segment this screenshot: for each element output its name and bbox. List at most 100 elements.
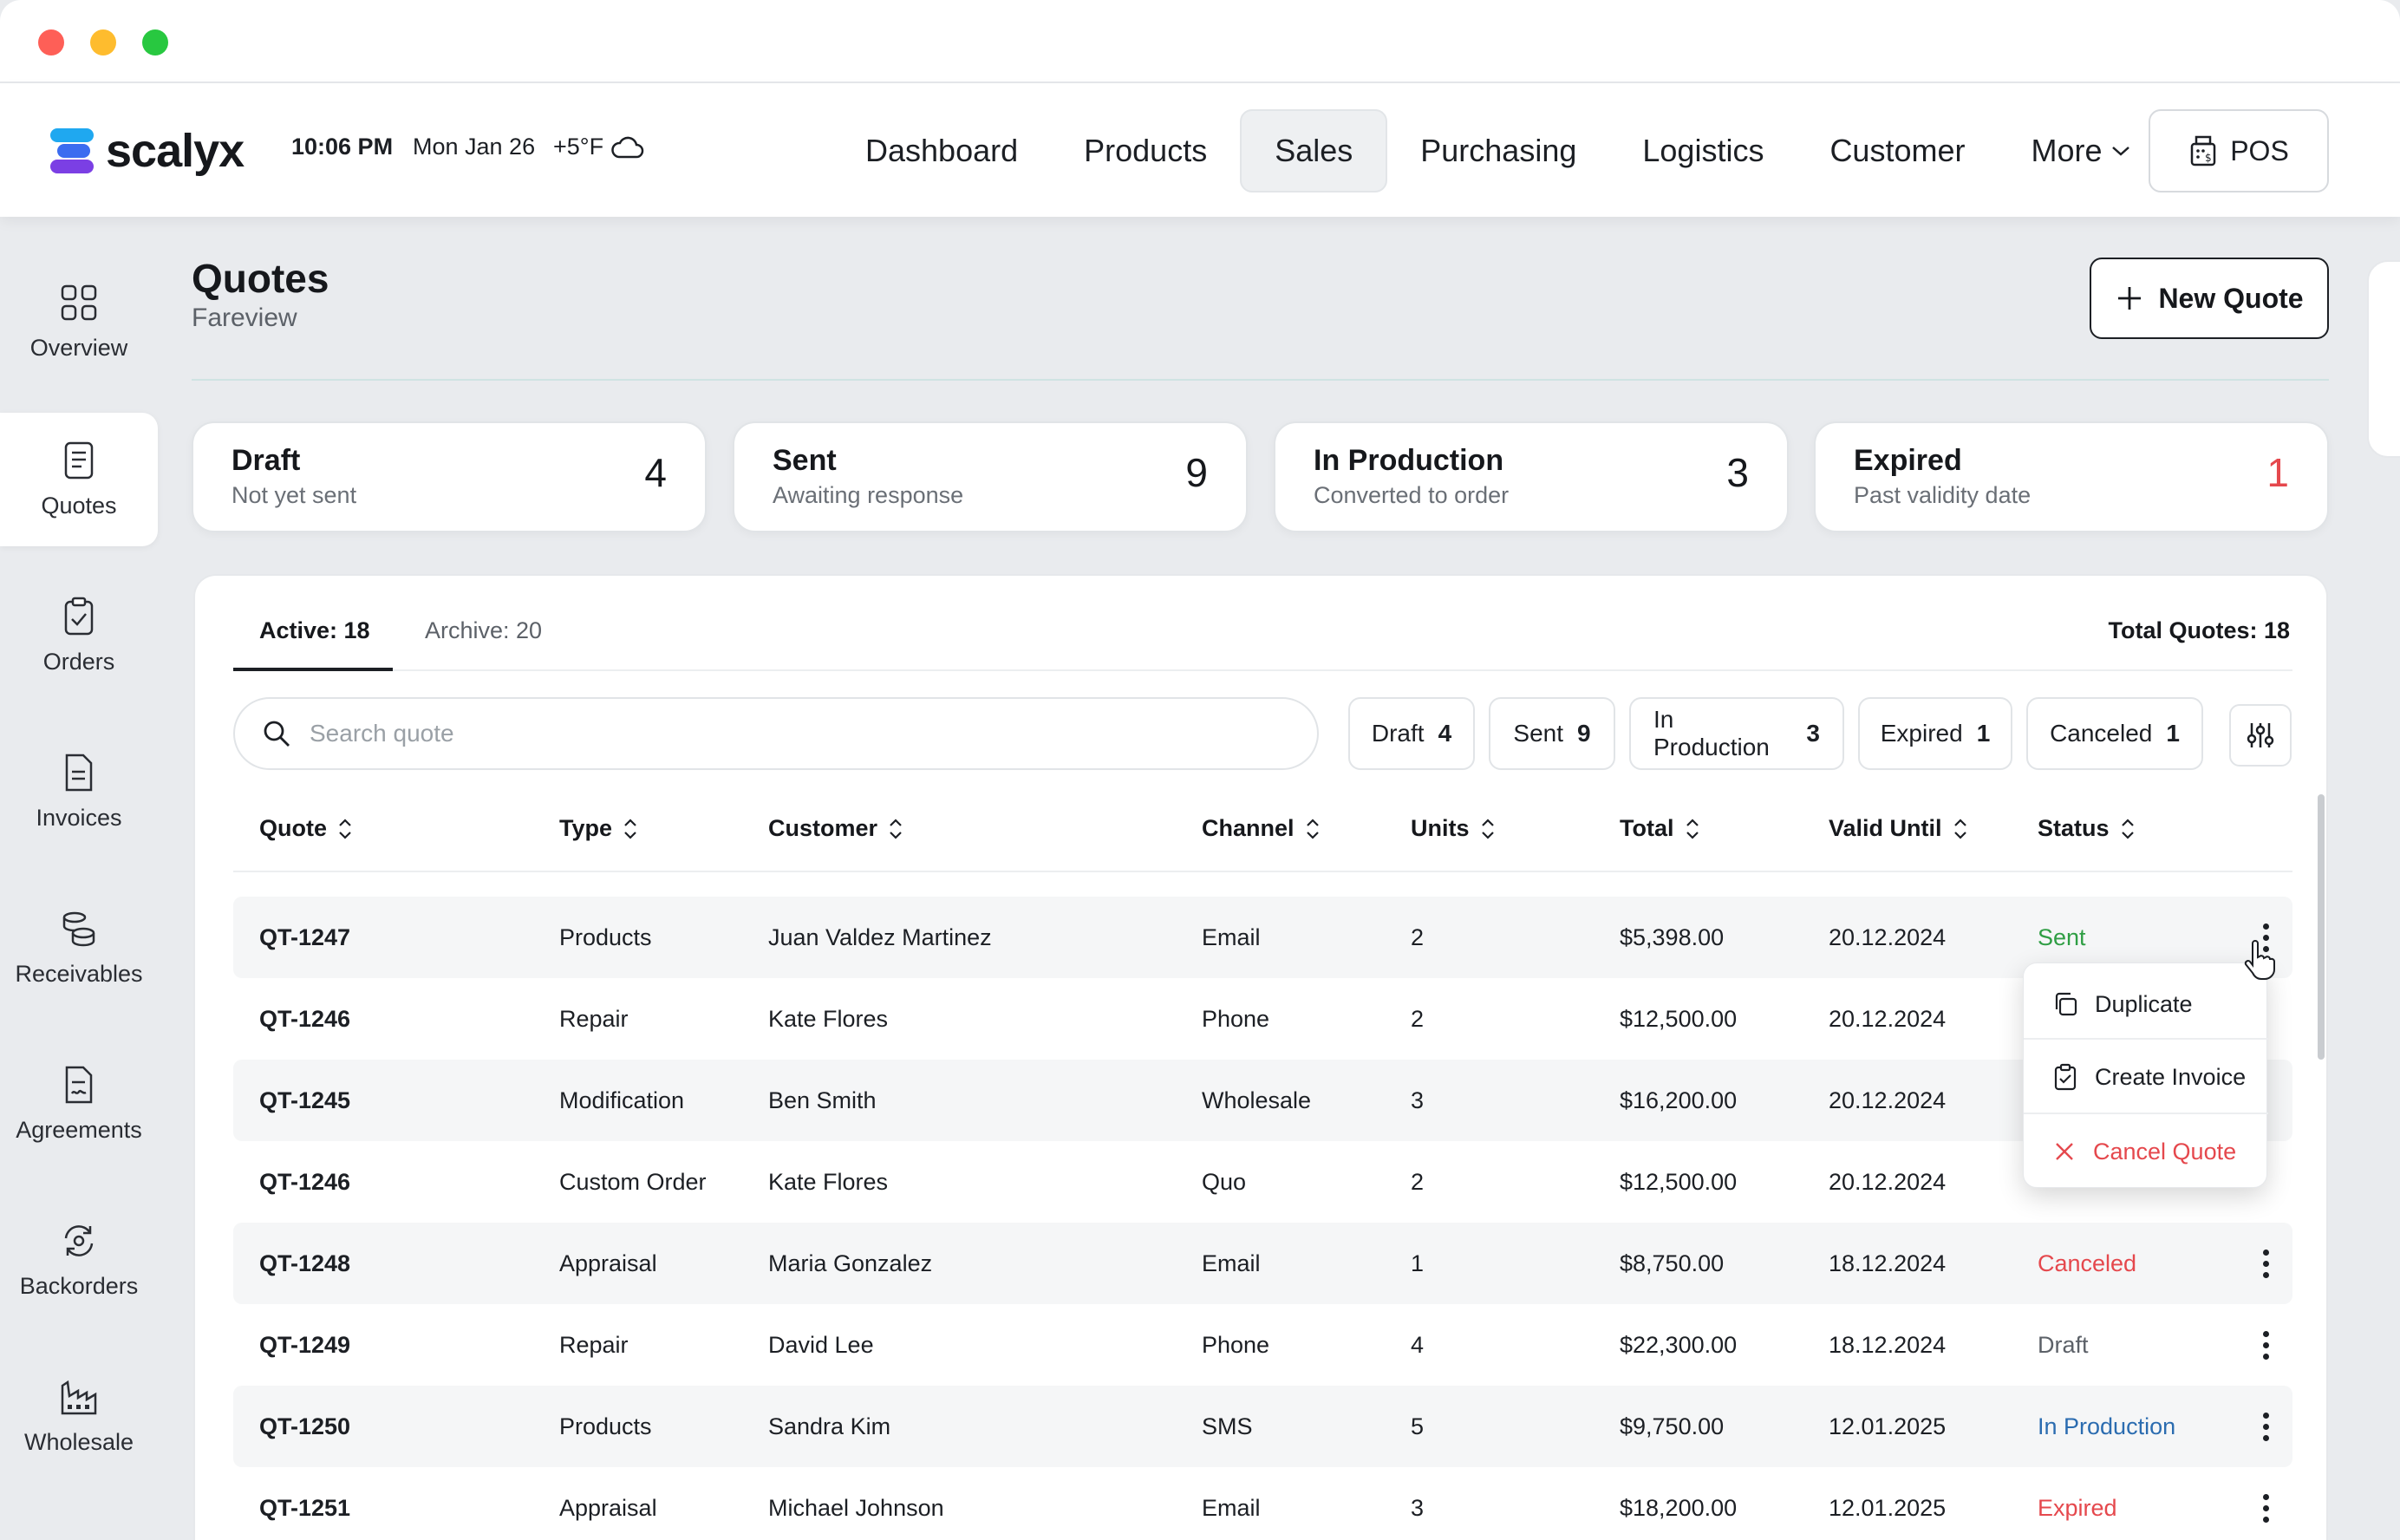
cell-customer: Michael Johnson bbox=[768, 1494, 944, 1521]
cell-quote: QT-1250 bbox=[259, 1413, 351, 1439]
sidebar-item-orders[interactable]: Orders bbox=[0, 569, 158, 702]
column-header-type[interactable]: Type bbox=[559, 815, 638, 842]
sidebar-item-receivables[interactable]: Receivables bbox=[0, 881, 158, 1015]
stat-subtitle: Awaiting response bbox=[773, 482, 964, 508]
stat-card-expired[interactable]: Expired Past validity date 1 bbox=[1814, 421, 2329, 532]
cell-channel: Email bbox=[1202, 1494, 1261, 1521]
cell-units: 4 bbox=[1411, 1331, 1425, 1358]
filter-chip-expired[interactable]: Expired 1 bbox=[1858, 697, 2012, 770]
stat-card-sent[interactable]: Sent Awaiting response 9 bbox=[733, 421, 1248, 532]
cell-valid-until: 20.12.2024 bbox=[1829, 1005, 1947, 1032]
column-header-status[interactable]: Status bbox=[2038, 815, 2136, 842]
stat-card-in-production[interactable]: In Production Converted to order 3 bbox=[1274, 421, 1789, 532]
table-row[interactable]: QT-1246 Custom Order Kate Flores Quo 2 $… bbox=[233, 1141, 2292, 1223]
brand-logo[interactable]: scalyx bbox=[50, 125, 245, 177]
status-badge: Expired bbox=[2038, 1494, 2117, 1521]
side-panel-edge bbox=[2367, 260, 2400, 458]
nav-logistics[interactable]: Logistics bbox=[1609, 109, 1797, 192]
column-header-quote[interactable]: Quote bbox=[259, 815, 353, 842]
filter-chip-sent[interactable]: Sent 9 bbox=[1489, 697, 1615, 770]
sidebar-item-backorders[interactable]: Backorders bbox=[0, 1193, 158, 1327]
filter-chip-count: 3 bbox=[1806, 720, 1820, 747]
stat-title: Draft bbox=[232, 444, 301, 477]
sidebar-item-label: Quotes bbox=[41, 492, 117, 519]
stat-subtitle: Converted to order bbox=[1314, 482, 1510, 508]
table-row[interactable]: QT-1248 Appraisal Maria Gonzalez Email 1… bbox=[233, 1223, 2292, 1304]
window-maximize-button[interactable] bbox=[142, 29, 168, 55]
stat-card-draft[interactable]: Draft Not yet sent 4 bbox=[192, 421, 707, 532]
sort-icon bbox=[1481, 818, 1494, 839]
filter-chip-draft[interactable]: Draft 4 bbox=[1348, 697, 1475, 770]
sidebar-item-invoices[interactable]: Invoices bbox=[0, 725, 158, 858]
filter-chip-canceled[interactable]: Canceled 1 bbox=[2026, 697, 2203, 770]
filter-chip-in-production[interactable]: In Production 3 bbox=[1629, 697, 1844, 770]
nav-more-label: More bbox=[2031, 133, 2103, 168]
nav-purchasing[interactable]: Purchasing bbox=[1387, 109, 1609, 192]
table-row[interactable]: QT-1249 Repair David Lee Phone 4 $22,300… bbox=[233, 1304, 2292, 1386]
table-row[interactable]: QT-1246 Repair Kate Flores Phone 2 $12,5… bbox=[233, 978, 2292, 1060]
table-scrollbar[interactable] bbox=[2318, 794, 2325, 1060]
grid-icon bbox=[61, 284, 97, 320]
nav-more[interactable]: More bbox=[1998, 109, 2162, 192]
page-subtitle: Fareview bbox=[192, 303, 297, 332]
nav-sales[interactable]: Sales bbox=[1240, 109, 1388, 192]
column-header-total[interactable]: Total bbox=[1620, 815, 1700, 842]
cell-customer: Ben Smith bbox=[768, 1086, 877, 1113]
total-quotes: Total Quotes: 18 bbox=[2108, 617, 2290, 643]
window-close-button[interactable] bbox=[38, 29, 64, 55]
window-minimize-button[interactable] bbox=[90, 29, 116, 55]
weather: +5°F bbox=[553, 134, 645, 160]
cell-channel: Email bbox=[1202, 1250, 1261, 1276]
column-header-label: Channel bbox=[1202, 815, 1295, 841]
active-tab-indicator bbox=[233, 668, 393, 671]
nav-dashboard[interactable]: Dashboard bbox=[832, 109, 1051, 192]
sidebar-item-overview[interactable]: Overview bbox=[0, 255, 158, 388]
nav-customer[interactable]: Customer bbox=[1797, 109, 1998, 192]
cell-units: 1 bbox=[1411, 1250, 1425, 1276]
tab-archive[interactable]: Archive: 20 bbox=[425, 617, 542, 644]
pos-button[interactable]: $ POS bbox=[2149, 109, 2329, 192]
menu-item-create-invoice[interactable]: Create Invoice bbox=[2024, 1040, 2268, 1114]
tab-active[interactable]: Active: 18 bbox=[259, 617, 370, 644]
column-header-label: Type bbox=[559, 815, 613, 841]
filter-settings-button[interactable] bbox=[2229, 704, 2292, 767]
cell-type: Repair bbox=[559, 1005, 629, 1032]
cell-valid-until: 18.12.2024 bbox=[1829, 1250, 1947, 1276]
stat-title: Expired bbox=[1854, 444, 1962, 477]
brand-name: scalyx bbox=[106, 125, 245, 177]
row-menu-button[interactable] bbox=[2250, 1242, 2281, 1285]
pos-label: POS bbox=[2230, 134, 2289, 166]
sidebar-item-label: Agreements bbox=[16, 1116, 142, 1143]
column-header-units[interactable]: Units bbox=[1411, 815, 1496, 842]
cell-quote: QT-1245 bbox=[259, 1086, 351, 1113]
sidebar-item-agreements[interactable]: Agreements bbox=[0, 1037, 158, 1171]
hand-cursor-icon bbox=[2244, 940, 2275, 980]
main-nav: Dashboard Products Sales Purchasing Logi… bbox=[832, 109, 2163, 192]
sidebar-item-wholesale[interactable]: Wholesale bbox=[0, 1349, 158, 1483]
new-quote-button[interactable]: New Quote bbox=[2090, 258, 2329, 339]
column-header-customer[interactable]: Customer bbox=[768, 815, 903, 842]
cell-quote: QT-1246 bbox=[259, 1005, 351, 1032]
cell-valid-until: 20.12.2024 bbox=[1829, 1086, 1947, 1113]
column-header-channel[interactable]: Channel bbox=[1202, 815, 1321, 842]
column-header-valid-until[interactable]: Valid Until bbox=[1829, 815, 1968, 842]
table-row[interactable]: QT-1247 Products Juan Valdez Martinez Em… bbox=[233, 897, 2292, 978]
cell-valid-until: 20.12.2024 bbox=[1829, 1168, 1947, 1195]
row-menu-button[interactable] bbox=[2250, 1486, 2281, 1530]
row-menu-button[interactable] bbox=[2250, 1323, 2281, 1367]
menu-item-cancel-quote[interactable]: Cancel Quote bbox=[2024, 1114, 2268, 1189]
table-row[interactable]: QT-1250 Products Sandra Kim SMS 5 $9,750… bbox=[233, 1386, 2292, 1467]
cell-type: Repair bbox=[559, 1331, 629, 1358]
sidebar-item-label: Invoices bbox=[36, 804, 122, 831]
cell-quote: QT-1246 bbox=[259, 1168, 351, 1195]
cell-customer: David Lee bbox=[768, 1331, 874, 1358]
search-input[interactable] bbox=[310, 720, 1263, 747]
table-row[interactable]: QT-1245 Modification Ben Smith Wholesale… bbox=[233, 1060, 2292, 1141]
menu-item-duplicate[interactable]: Duplicate bbox=[2024, 967, 2268, 1041]
cell-quote: QT-1248 bbox=[259, 1250, 351, 1276]
row-menu-button[interactable] bbox=[2250, 1405, 2281, 1448]
nav-products[interactable]: Products bbox=[1051, 109, 1240, 192]
table-row[interactable]: QT-1251 Appraisal Michael Johnson Email … bbox=[233, 1467, 2292, 1540]
sidebar-item-quotes[interactable]: Quotes bbox=[0, 413, 158, 546]
cell-valid-until: 12.01.2025 bbox=[1829, 1494, 1947, 1521]
